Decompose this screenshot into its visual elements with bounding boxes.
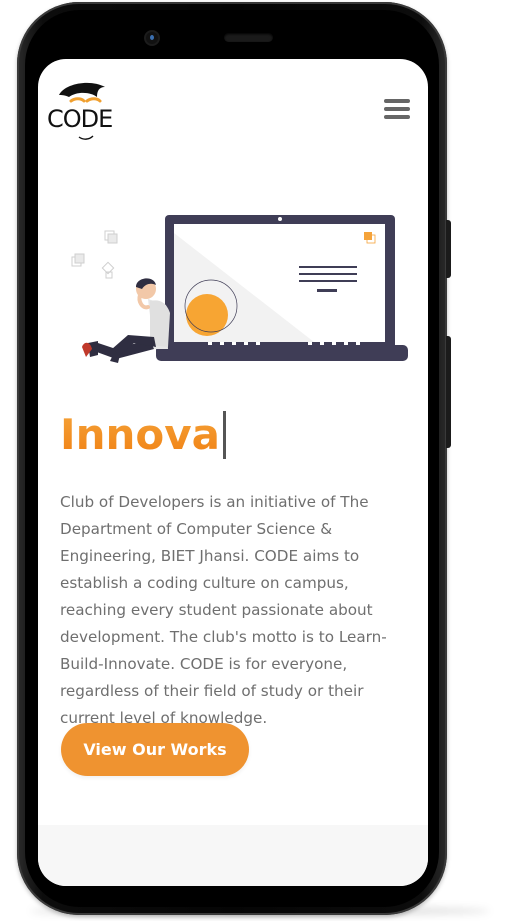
device-mockup: CODE Innova Club of Developers is an ini… xyxy=(0,0,521,921)
hamburger-menu-icon-bar xyxy=(384,115,410,119)
volume-button xyxy=(446,220,451,278)
earpiece-speaker xyxy=(224,33,273,42)
club-description: Club of Developers is an initiative of T… xyxy=(60,493,387,727)
typed-heading-text: Innova xyxy=(60,410,221,459)
code-logo[interactable]: CODE xyxy=(47,79,123,141)
typed-heading: Innova xyxy=(60,409,227,461)
power-button xyxy=(446,336,451,448)
typing-caret xyxy=(223,411,227,459)
hamburger-menu-icon xyxy=(384,99,410,103)
view-our-works-button[interactable]: View Our Works xyxy=(61,723,249,776)
front-camera xyxy=(146,32,158,44)
menu-button[interactable] xyxy=(384,99,410,119)
phone-screen: CODE Innova Club of Developers is an ini… xyxy=(38,59,428,886)
hamburger-menu-icon-bar xyxy=(384,107,410,111)
next-section-band xyxy=(38,825,428,886)
person-leaning-on-laptop-illustration xyxy=(71,215,408,363)
logo-wordmark: CODE xyxy=(47,105,113,133)
